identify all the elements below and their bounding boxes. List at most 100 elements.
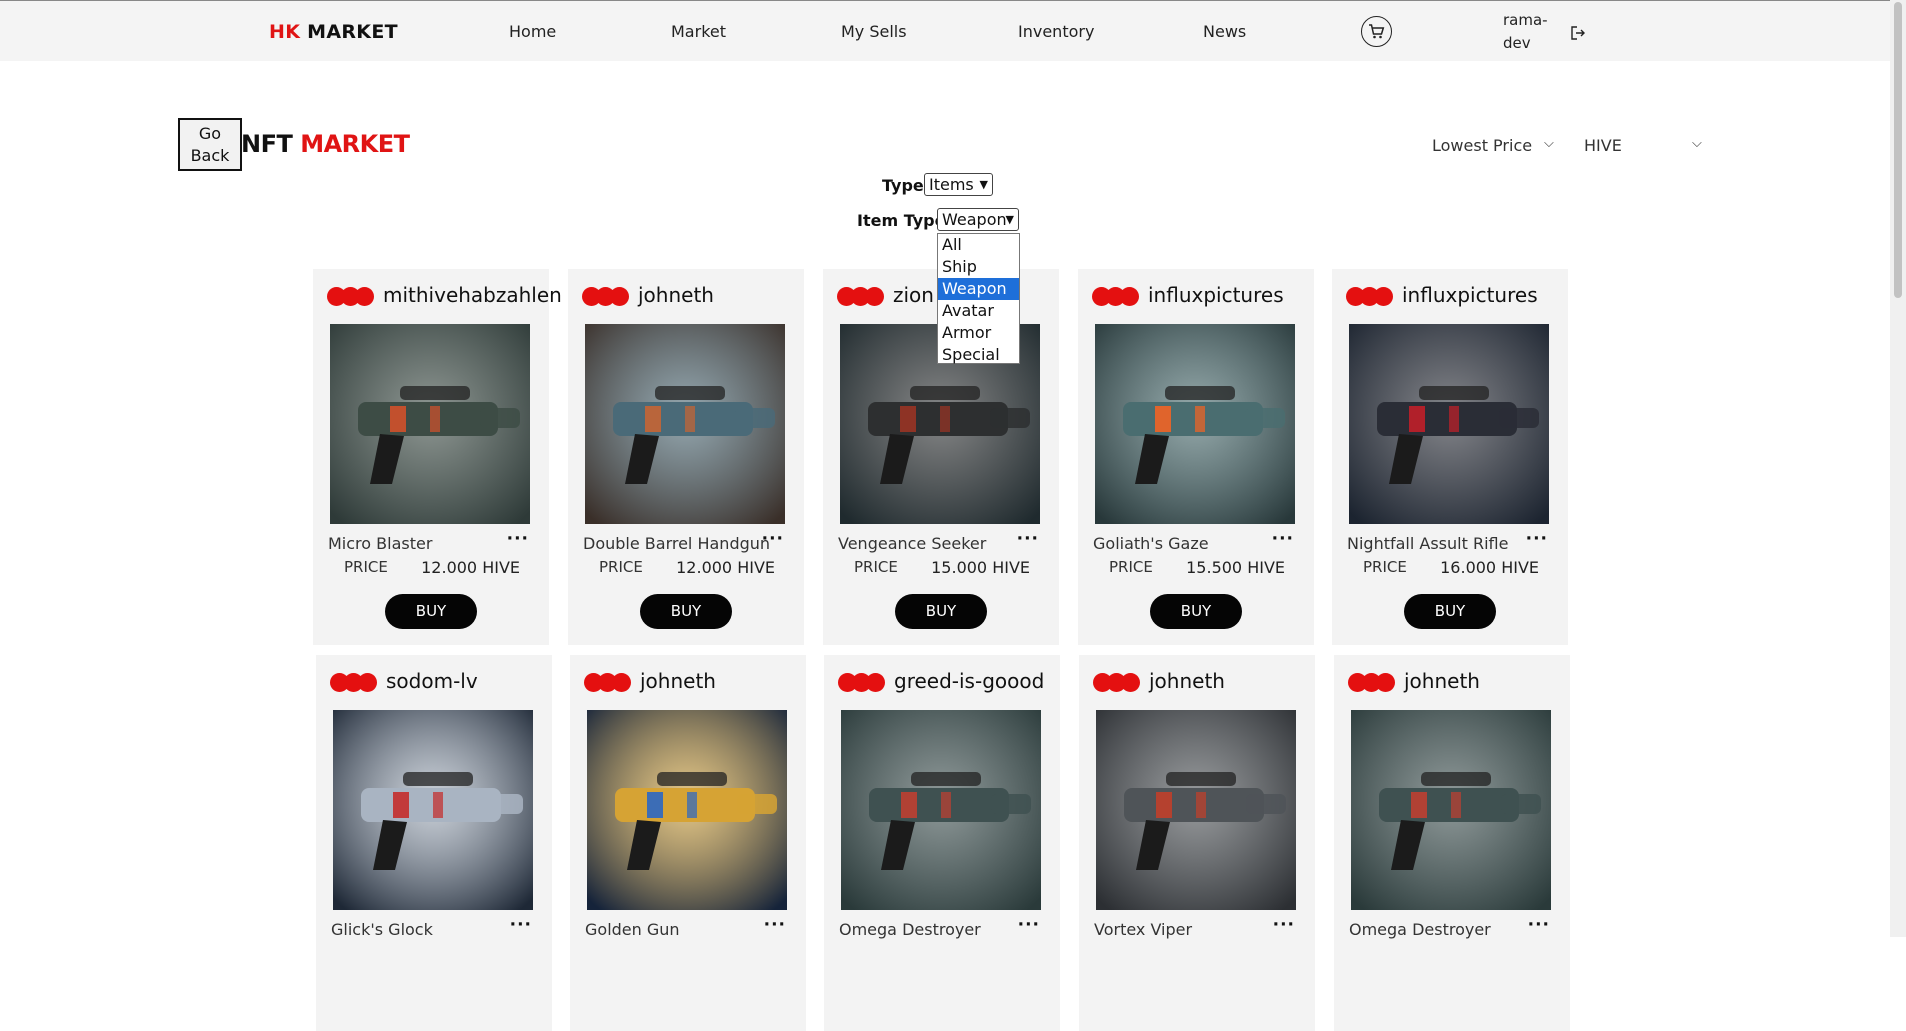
nav-home[interactable]: Home — [509, 22, 556, 41]
rarity-dots-icon — [838, 673, 885, 696]
buy-button[interactable]: BUY — [1150, 594, 1242, 629]
rarity-dots-icon — [1092, 287, 1139, 310]
cart-icon[interactable] — [1361, 16, 1392, 47]
type-select[interactable]: Items ▼ — [924, 173, 993, 196]
nft-card[interactable]: influxpictures Nightfall Assult Rifle ··· P… — [1332, 269, 1568, 645]
option-armor[interactable]: Armor — [938, 322, 1019, 344]
nft-card[interactable]: johneth Vortex Viper ··· — [1079, 655, 1315, 1031]
buy-button[interactable]: BUY — [1404, 594, 1496, 629]
card-owner[interactable]: johneth — [638, 283, 714, 307]
price-label: PRICE — [1109, 558, 1153, 576]
card-item-name: Omega Destroyer — [1349, 920, 1491, 939]
nav-my-sells[interactable]: My Sells — [841, 22, 907, 41]
nft-card[interactable]: influxpictures Goliath's Gaze ··· PRICE 15.5… — [1078, 269, 1314, 645]
sort-select[interactable]: Lowest Price ⌵ — [1432, 136, 1554, 155]
nft-card[interactable]: johneth Double Barrel Handgun ··· PRICE 12.0… — [568, 269, 804, 645]
logout-icon[interactable] — [1571, 25, 1585, 44]
price-value: 12.000 HIVE — [676, 558, 775, 577]
card-item-name: Micro Blaster — [328, 534, 433, 553]
option-all[interactable]: All — [938, 234, 1019, 256]
card-item-name: Glick's Glock — [331, 920, 433, 939]
nav-news[interactable]: News — [1203, 22, 1246, 41]
nft-image[interactable] — [587, 710, 787, 910]
rarity-dots-icon — [837, 287, 884, 310]
nft-image[interactable] — [333, 710, 533, 910]
more-options-icon[interactable]: ··· — [1273, 915, 1295, 935]
nft-image[interactable] — [330, 324, 530, 524]
card-item-name: Vengeance Seeker — [838, 534, 987, 553]
card-item-name: Goliath's Gaze — [1093, 534, 1209, 553]
price-value: 15.000 HIVE — [931, 558, 1030, 577]
nft-card[interactable]: johneth Golden Gun ··· — [570, 655, 806, 1031]
type-label: Type — [882, 176, 924, 195]
nft-image[interactable] — [1095, 324, 1295, 524]
card-owner[interactable]: johneth — [1404, 669, 1480, 693]
nft-image[interactable] — [841, 710, 1041, 910]
nft-card[interactable]: mithivehabzahlen Micro Blaster ··· PRICE 12.… — [313, 269, 562, 645]
more-options-icon[interactable]: ··· — [1017, 529, 1039, 549]
price-value: 12.000 HIVE — [421, 558, 520, 577]
top-navbar: HK MARKET Home Market My Sells Inventory… — [0, 0, 1890, 61]
currency-select[interactable]: HIVE ⌵ — [1584, 136, 1702, 155]
nav-market[interactable]: Market — [671, 22, 726, 41]
nft-image[interactable] — [1096, 710, 1296, 910]
rarity-dots-icon — [1346, 287, 1393, 310]
nft-card[interactable]: johneth Omega Destroyer ··· — [1334, 655, 1570, 1031]
more-options-icon[interactable]: ··· — [1272, 529, 1294, 549]
card-item-name: Golden Gun — [585, 920, 680, 939]
more-options-icon[interactable]: ··· — [762, 529, 784, 549]
card-owner[interactable]: sodom-lv — [386, 669, 478, 693]
rarity-dots-icon — [1093, 673, 1140, 696]
nft-image[interactable] — [585, 324, 785, 524]
more-options-icon[interactable]: ··· — [1526, 529, 1548, 549]
card-owner[interactable]: zion — [893, 283, 934, 307]
price-label: PRICE — [1363, 558, 1407, 576]
username: rama-dev — [1503, 11, 1548, 52]
option-avatar[interactable]: Avatar — [938, 300, 1019, 322]
price-value: 16.000 HIVE — [1440, 558, 1539, 577]
page-scrollbar[interactable] — [1890, 0, 1906, 937]
nft-card[interactable]: greed-is-goood Omega Destroyer ··· — [824, 655, 1060, 1031]
card-owner[interactable]: influxpictures — [1148, 283, 1284, 307]
card-item-name: Vortex Viper — [1094, 920, 1193, 939]
more-options-icon[interactable]: ··· — [1528, 915, 1550, 935]
rarity-dots-icon — [584, 673, 631, 696]
card-item-name: Omega Destroyer — [839, 920, 981, 939]
more-options-icon[interactable]: ··· — [507, 529, 529, 549]
brand-logo[interactable]: HK MARKET — [269, 21, 398, 43]
price-label: PRICE — [854, 558, 898, 576]
card-item-name: Nightfall Assult Rifle — [1347, 534, 1509, 553]
item-type-label: Item Type — [857, 211, 946, 230]
nav-inventory[interactable]: Inventory — [1018, 22, 1094, 41]
card-owner[interactable]: johneth — [640, 669, 716, 693]
price-label: PRICE — [344, 558, 388, 576]
buy-button[interactable]: BUY — [895, 594, 987, 629]
chevron-down-icon: ⌵ — [1544, 136, 1554, 151]
card-owner[interactable]: influxpictures — [1402, 283, 1538, 307]
buy-button[interactable]: BUY — [385, 594, 477, 629]
buy-button[interactable]: BUY — [640, 594, 732, 629]
rarity-dots-icon — [582, 287, 629, 310]
rarity-dots-icon — [330, 673, 377, 696]
card-owner[interactable]: johneth — [1149, 669, 1225, 693]
nft-card[interactable]: sodom-lv Glick's Glock ··· — [316, 655, 552, 1031]
chevron-down-icon: ⌵ — [1692, 136, 1702, 151]
more-options-icon[interactable]: ··· — [764, 915, 786, 935]
option-ship[interactable]: Ship — [938, 256, 1019, 278]
price-value: 15.500 HIVE — [1186, 558, 1285, 577]
price-label: PRICE — [599, 558, 643, 576]
option-special[interactable]: Special — [938, 344, 1019, 366]
nft-image[interactable] — [1349, 324, 1549, 524]
item-type-select[interactable]: Weapon ▼ — [937, 208, 1019, 231]
rarity-dots-icon — [1348, 673, 1395, 696]
option-weapon[interactable]: Weapon — [938, 278, 1019, 300]
item-type-dropdown: All Ship Weapon Avatar Armor Special — [937, 233, 1020, 364]
more-options-icon[interactable]: ··· — [1018, 915, 1040, 935]
go-back-button[interactable]: Go Back — [178, 118, 242, 171]
card-item-name: Double Barrel Handgun — [583, 534, 771, 553]
more-options-icon[interactable]: ··· — [510, 915, 532, 935]
card-owner[interactable]: greed-is-goood — [894, 669, 1044, 693]
page-title: NFT MARKET — [241, 130, 410, 158]
card-owner[interactable]: mithivehabzahlen — [383, 283, 562, 307]
nft-image[interactable] — [1351, 710, 1551, 910]
